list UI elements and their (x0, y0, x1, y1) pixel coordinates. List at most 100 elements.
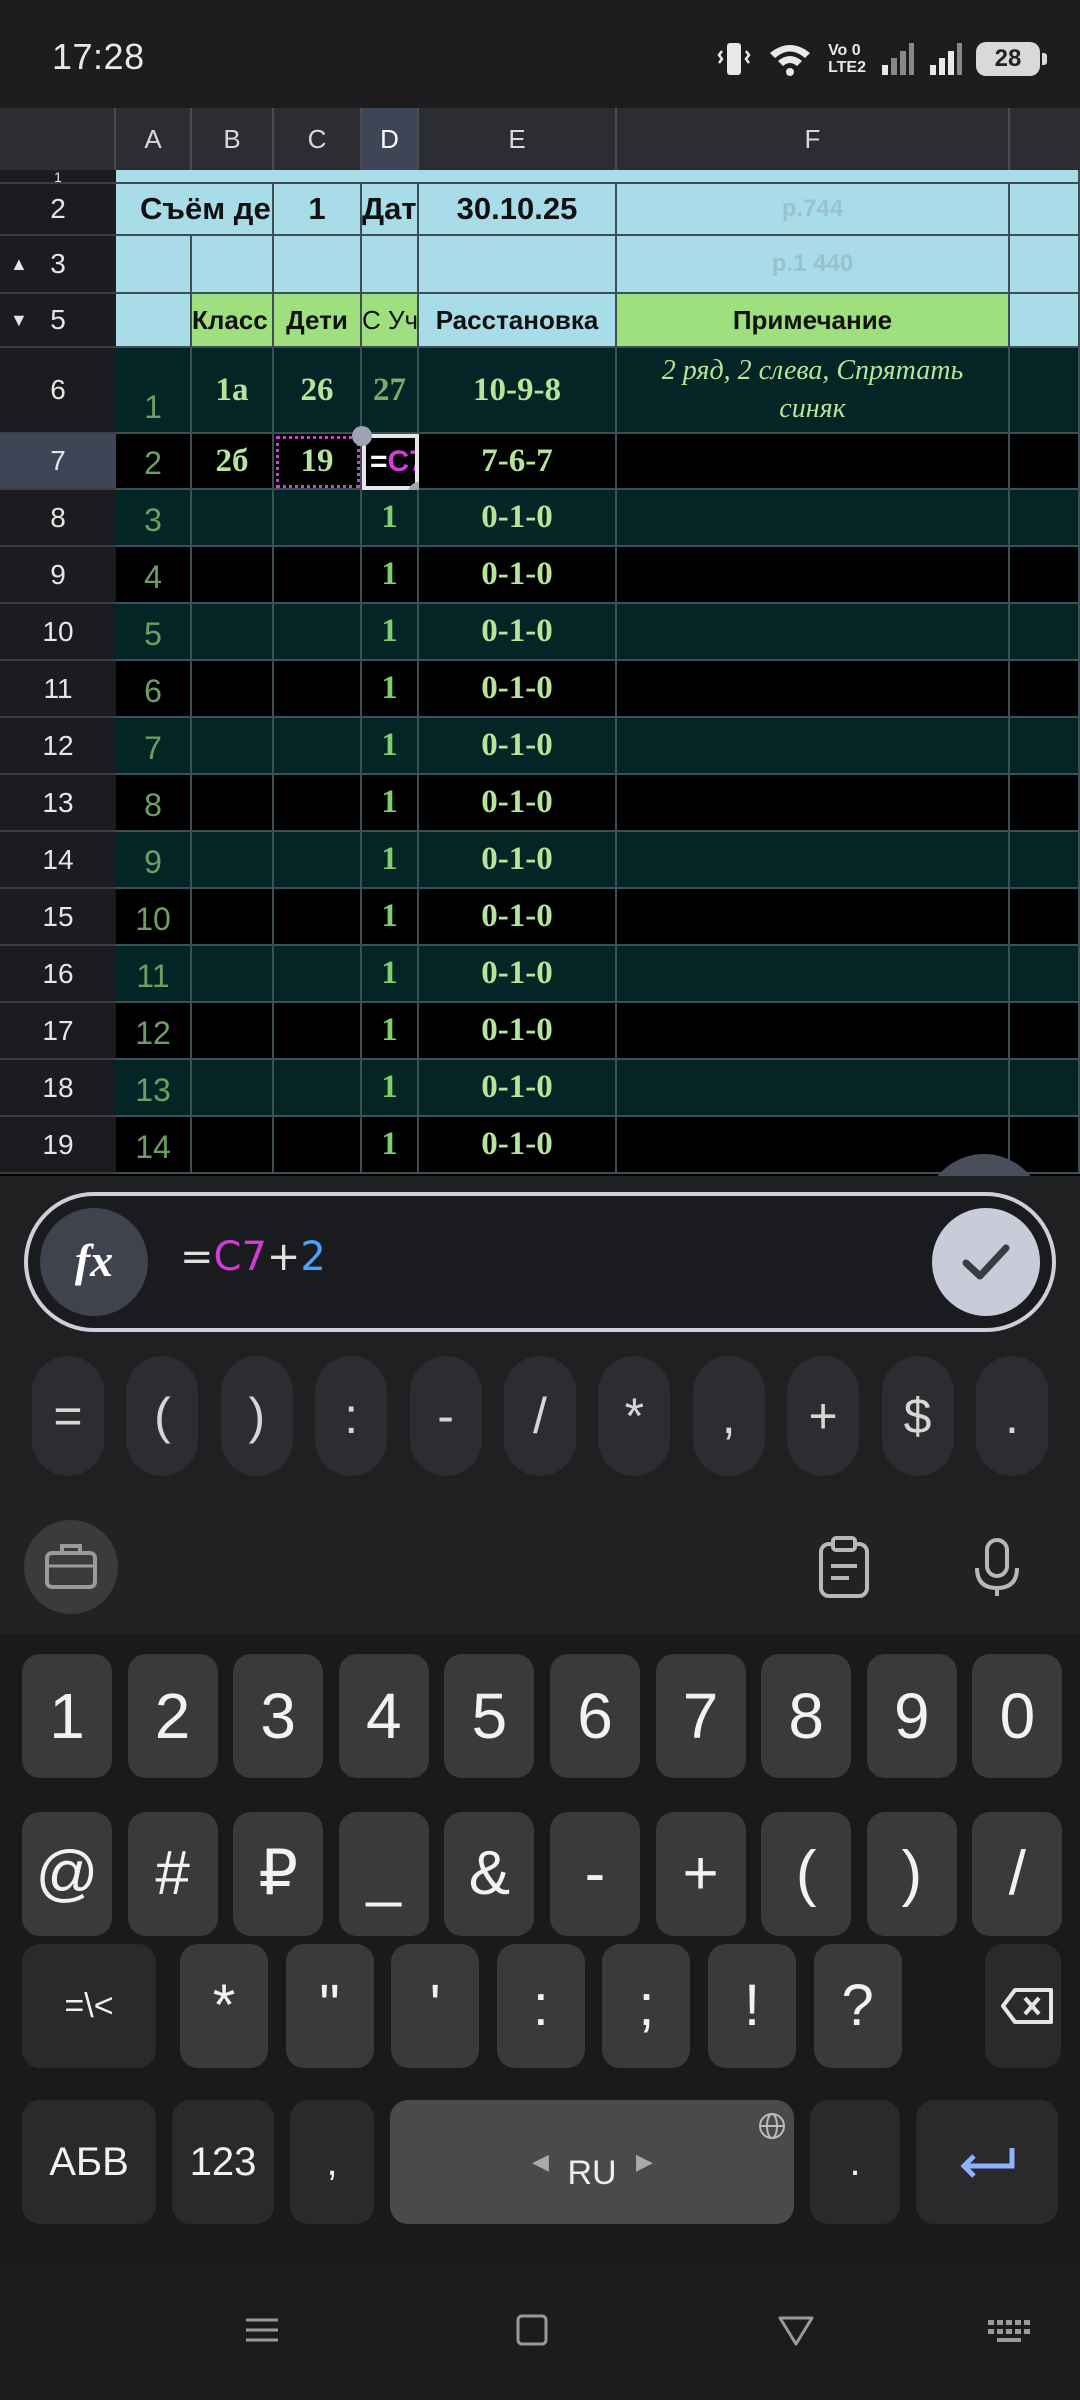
keyboard-hide-icon[interactable] (984, 2308, 1036, 2352)
cell-b3[interactable] (192, 236, 274, 294)
cell-f8[interactable] (617, 490, 1010, 547)
key-punctuation[interactable]: ; (602, 1944, 691, 2068)
cell-g12[interactable] (1010, 718, 1080, 775)
cell-d5[interactable]: С Уч (362, 294, 419, 348)
cell-b17[interactable] (192, 1003, 274, 1060)
recents-menu-icon[interactable] (240, 2308, 284, 2352)
cell-d19[interactable]: 1 (362, 1117, 419, 1174)
cell-d10[interactable]: 1 (362, 604, 419, 661)
cell-g6[interactable] (1010, 348, 1080, 434)
cell-d14[interactable]: 1 (362, 832, 419, 889)
spreadsheet[interactable]: A B C D E F 1 2 Съём де 1 Дата 30.10.25 … (0, 108, 1080, 1176)
cell-e7[interactable]: 7-6-7 (419, 434, 617, 490)
key-digit[interactable]: 7 (655, 1654, 746, 1778)
cell-b15[interactable] (192, 889, 274, 946)
cell-f2[interactable]: р.744 (617, 184, 1010, 236)
symbol-key[interactable]: + (787, 1356, 860, 1476)
row-header-19[interactable]: 19 (0, 1117, 116, 1174)
cell-b16[interactable] (192, 946, 274, 1003)
cell-g17[interactable] (1010, 1003, 1080, 1060)
cell-c8[interactable] (274, 490, 362, 547)
cell-c10[interactable] (274, 604, 362, 661)
key-digit[interactable]: 5 (444, 1654, 535, 1778)
back-triangle-icon[interactable] (774, 2308, 818, 2352)
cell-f5[interactable]: Примечание (617, 294, 1010, 348)
cell-d17[interactable]: 1 (362, 1003, 419, 1060)
key-symbol[interactable]: / (972, 1812, 1063, 1936)
cell-b19[interactable] (192, 1117, 274, 1174)
cell-e17[interactable]: 0-1-0 (419, 1003, 617, 1060)
cell-c17[interactable] (274, 1003, 362, 1060)
cell-c15[interactable] (274, 889, 362, 946)
key-symbol[interactable]: - (550, 1812, 640, 1936)
row-1-cells[interactable] (116, 170, 1080, 184)
key-punctuation[interactable]: * (180, 1944, 268, 2068)
key-punctuation[interactable]: ? (813, 1944, 902, 2068)
key-symbol[interactable]: & (444, 1812, 535, 1936)
cell-g16[interactable] (1010, 946, 1080, 1003)
alphabet-key[interactable]: АБВ (22, 2100, 156, 2224)
row-header-1[interactable]: 1 (0, 170, 116, 184)
cell-a14[interactable]: 9 (116, 832, 192, 889)
cell-g15[interactable] (1010, 889, 1080, 946)
cell-d9[interactable]: 1 (362, 547, 419, 604)
cell-c5[interactable]: Дети (274, 294, 362, 348)
row-header-6[interactable]: 6 (0, 348, 116, 434)
cell-a18[interactable]: 13 (116, 1060, 192, 1117)
cell-g3[interactable] (1010, 236, 1080, 294)
key-digit[interactable]: 3 (233, 1654, 324, 1778)
key-symbol[interactable]: # (127, 1812, 218, 1936)
row-header-15[interactable]: 15 (0, 889, 116, 946)
cell-e18[interactable]: 0-1-0 (419, 1060, 617, 1117)
selection-handle-top[interactable] (352, 426, 372, 446)
symbol-key[interactable]: . (975, 1356, 1048, 1476)
cell-g14[interactable] (1010, 832, 1080, 889)
key-digit[interactable]: 2 (127, 1654, 218, 1778)
cell-c19[interactable] (274, 1117, 362, 1174)
cell-e9[interactable]: 0-1-0 (419, 547, 617, 604)
cell-g7[interactable] (1010, 434, 1080, 490)
symbol-key[interactable]: , (692, 1356, 765, 1476)
cell-e14[interactable]: 0-1-0 (419, 832, 617, 889)
cell-c13[interactable] (274, 775, 362, 832)
cell-e10[interactable]: 0-1-0 (419, 604, 617, 661)
cell-c6[interactable]: 26 (274, 348, 362, 434)
cell-e6[interactable]: 10-9-8 (419, 348, 617, 434)
symbol-key[interactable]: = (32, 1356, 104, 1476)
cell-a6[interactable]: 1 (116, 348, 192, 434)
column-header-e[interactable]: E (419, 108, 617, 170)
formula-input[interactable]: =C7+2 (180, 1234, 326, 1280)
cell-d6[interactable]: 27 (362, 348, 419, 434)
cell-b12[interactable] (192, 718, 274, 775)
key-punctuation[interactable]: " (285, 1944, 374, 2068)
cell-c3[interactable] (274, 236, 362, 294)
clipboard-button[interactable] (797, 1520, 891, 1614)
row-header-5[interactable]: ▼ 5 (0, 294, 116, 348)
cell-b10[interactable] (192, 604, 274, 661)
cell-e15[interactable]: 0-1-0 (419, 889, 617, 946)
cell-c9[interactable] (274, 547, 362, 604)
column-header-d[interactable]: D (362, 108, 419, 170)
row-header-13[interactable]: 13 (0, 775, 116, 832)
cell-d3[interactable] (362, 236, 419, 294)
cell-b13[interactable] (192, 775, 274, 832)
enter-key[interactable] (916, 2100, 1058, 2224)
row-header-3[interactable]: ▲ 3 (0, 236, 116, 294)
toolbar-briefcase-button[interactable] (24, 1520, 118, 1614)
cell-c14[interactable] (274, 832, 362, 889)
cell-b18[interactable] (192, 1060, 274, 1117)
row-header-8[interactable]: 8 (0, 490, 116, 547)
key-symbol[interactable]: @ (22, 1812, 112, 1936)
cell-f9[interactable] (617, 547, 1010, 604)
cell-b6[interactable]: 1а (192, 348, 274, 434)
key-symbol[interactable]: + (655, 1812, 746, 1936)
formula-bar[interactable]: fx =C7+2 (24, 1192, 1056, 1332)
symbol-key[interactable]: : (315, 1356, 388, 1476)
cell-d2[interactable]: Дата (362, 184, 419, 236)
key-symbol[interactable]: _ (338, 1812, 429, 1936)
cell-f6[interactable]: 2 ряд, 2 слева, Спрятать синяк (617, 348, 1010, 434)
key-punctuation[interactable]: ! (708, 1944, 796, 2068)
key-digit[interactable]: 0 (972, 1654, 1063, 1778)
period-key[interactable]: . (810, 2100, 900, 2224)
cell-c2[interactable]: 1 (274, 184, 362, 236)
